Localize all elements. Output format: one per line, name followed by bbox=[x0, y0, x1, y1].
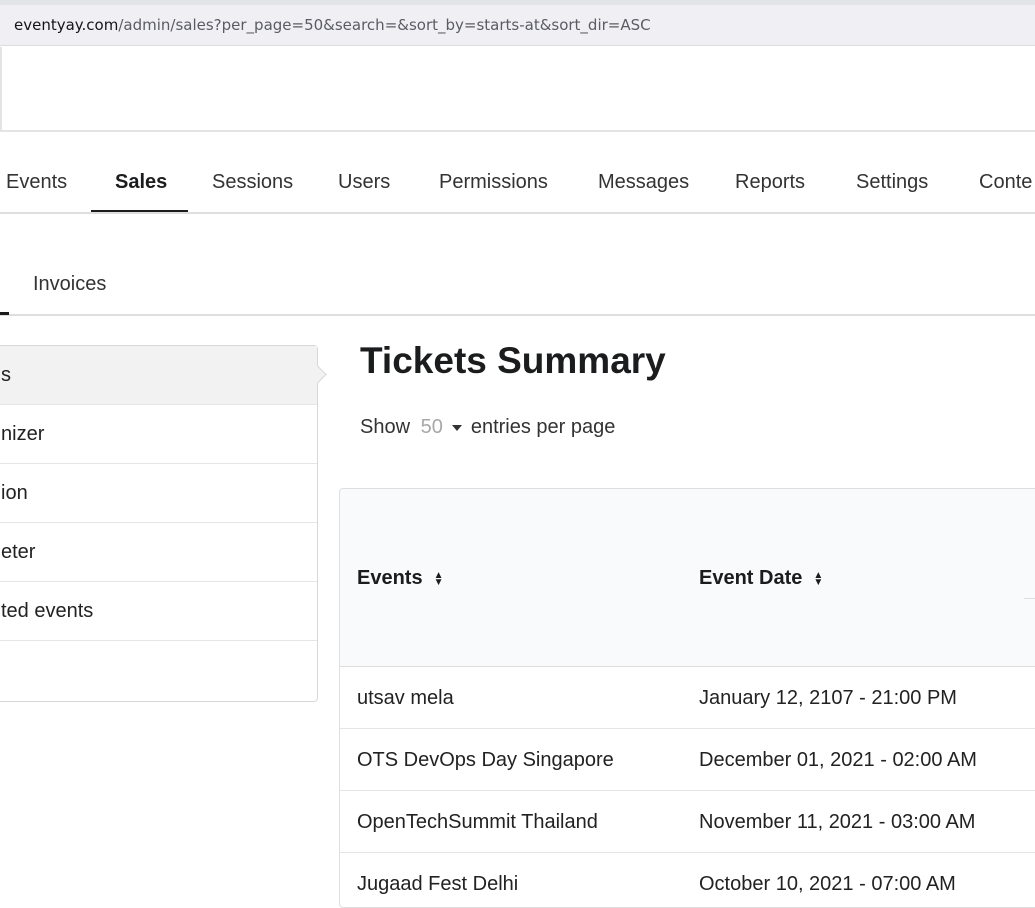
side-menu-item[interactable]: nizer bbox=[0, 405, 317, 464]
cell-event-date: December 01, 2021 - 02:00 AM bbox=[699, 749, 977, 771]
page-title: Tickets Summary bbox=[360, 340, 666, 381]
active-tab-indicator bbox=[91, 210, 188, 212]
nav-tab-messages[interactable]: Messages bbox=[598, 152, 689, 212]
url-path: /admin/sales?per_page=50&search=&sort_by… bbox=[118, 16, 651, 34]
cell-event: utsav mela bbox=[357, 687, 454, 709]
nav-tab-settings[interactable]: Settings bbox=[856, 152, 928, 212]
nav-tab-users[interactable]: Users bbox=[338, 152, 390, 212]
column-header-event-date[interactable]: Event Date ▲ ▼ bbox=[699, 567, 823, 590]
table-row[interactable]: utsav mela January 12, 2107 - 21:00 PM bbox=[340, 667, 1035, 729]
side-menu-item[interactable] bbox=[0, 641, 317, 700]
table-row[interactable]: OpenTechSummit Thailand November 11, 202… bbox=[340, 791, 1035, 853]
nav-tab-permissions[interactable]: Permissions bbox=[439, 152, 548, 212]
nav-tab-events[interactable]: Events bbox=[6, 152, 67, 212]
tickets-table: Events ▲ ▼ Event Date ▲ ▼ utsav mela January… bbox=[339, 488, 1035, 908]
entries-label: entries per page bbox=[470, 416, 616, 438]
column-header-events[interactable]: Events ▲ ▼ bbox=[357, 567, 444, 590]
side-menu-item[interactable]: s bbox=[0, 346, 317, 405]
nav-tab-sessions[interactable]: Sessions bbox=[212, 152, 293, 212]
column-header-label: Event Date bbox=[699, 567, 803, 589]
cell-event: OpenTechSummit Thailand bbox=[357, 811, 598, 833]
nav-tab-sales[interactable]: Sales bbox=[115, 152, 167, 212]
page-header bbox=[0, 47, 1035, 132]
sub-nav: Invoices bbox=[0, 254, 1035, 316]
side-menu-item[interactable]: eter bbox=[0, 523, 317, 582]
url-host: eventyay.com bbox=[14, 16, 119, 34]
per-page-select[interactable]: 50 bbox=[421, 416, 443, 438]
per-page-control: Show 50 entries per page bbox=[360, 416, 615, 439]
main-nav: Events Sales Sessions Users Permissions … bbox=[0, 152, 1035, 214]
sub-tab-invoices[interactable]: Invoices bbox=[33, 254, 106, 314]
side-menu: s nizer ion eter ted events bbox=[0, 345, 327, 702]
side-menu-item[interactable]: ion bbox=[0, 464, 317, 523]
column-header-label: Events bbox=[357, 567, 423, 589]
sort-icon[interactable]: ▲ ▼ bbox=[434, 570, 444, 587]
cell-event-date: November 11, 2021 - 03:00 AM bbox=[699, 811, 976, 833]
nav-tab-reports[interactable]: Reports bbox=[735, 152, 805, 212]
sort-icon[interactable]: ▲ ▼ bbox=[813, 570, 823, 587]
caret-down-icon[interactable] bbox=[451, 424, 462, 431]
cell-event-date: January 12, 2107 - 21:00 PM bbox=[699, 687, 957, 709]
nav-tab-content[interactable]: Conte bbox=[979, 152, 1032, 212]
table-row[interactable]: OTS DevOps Day Singapore December 01, 20… bbox=[340, 729, 1035, 791]
cell-event: OTS DevOps Day Singapore bbox=[357, 749, 614, 771]
show-label: Show bbox=[360, 416, 411, 438]
address-bar[interactable]: eventyay.com/admin/sales?per_page=50&sea… bbox=[0, 5, 1035, 46]
header-divider bbox=[1024, 598, 1035, 599]
sub-tab-indicator bbox=[0, 312, 9, 315]
side-menu-item[interactable]: ted events bbox=[0, 582, 317, 641]
table-header: Events ▲ ▼ Event Date ▲ ▼ bbox=[340, 489, 1035, 667]
